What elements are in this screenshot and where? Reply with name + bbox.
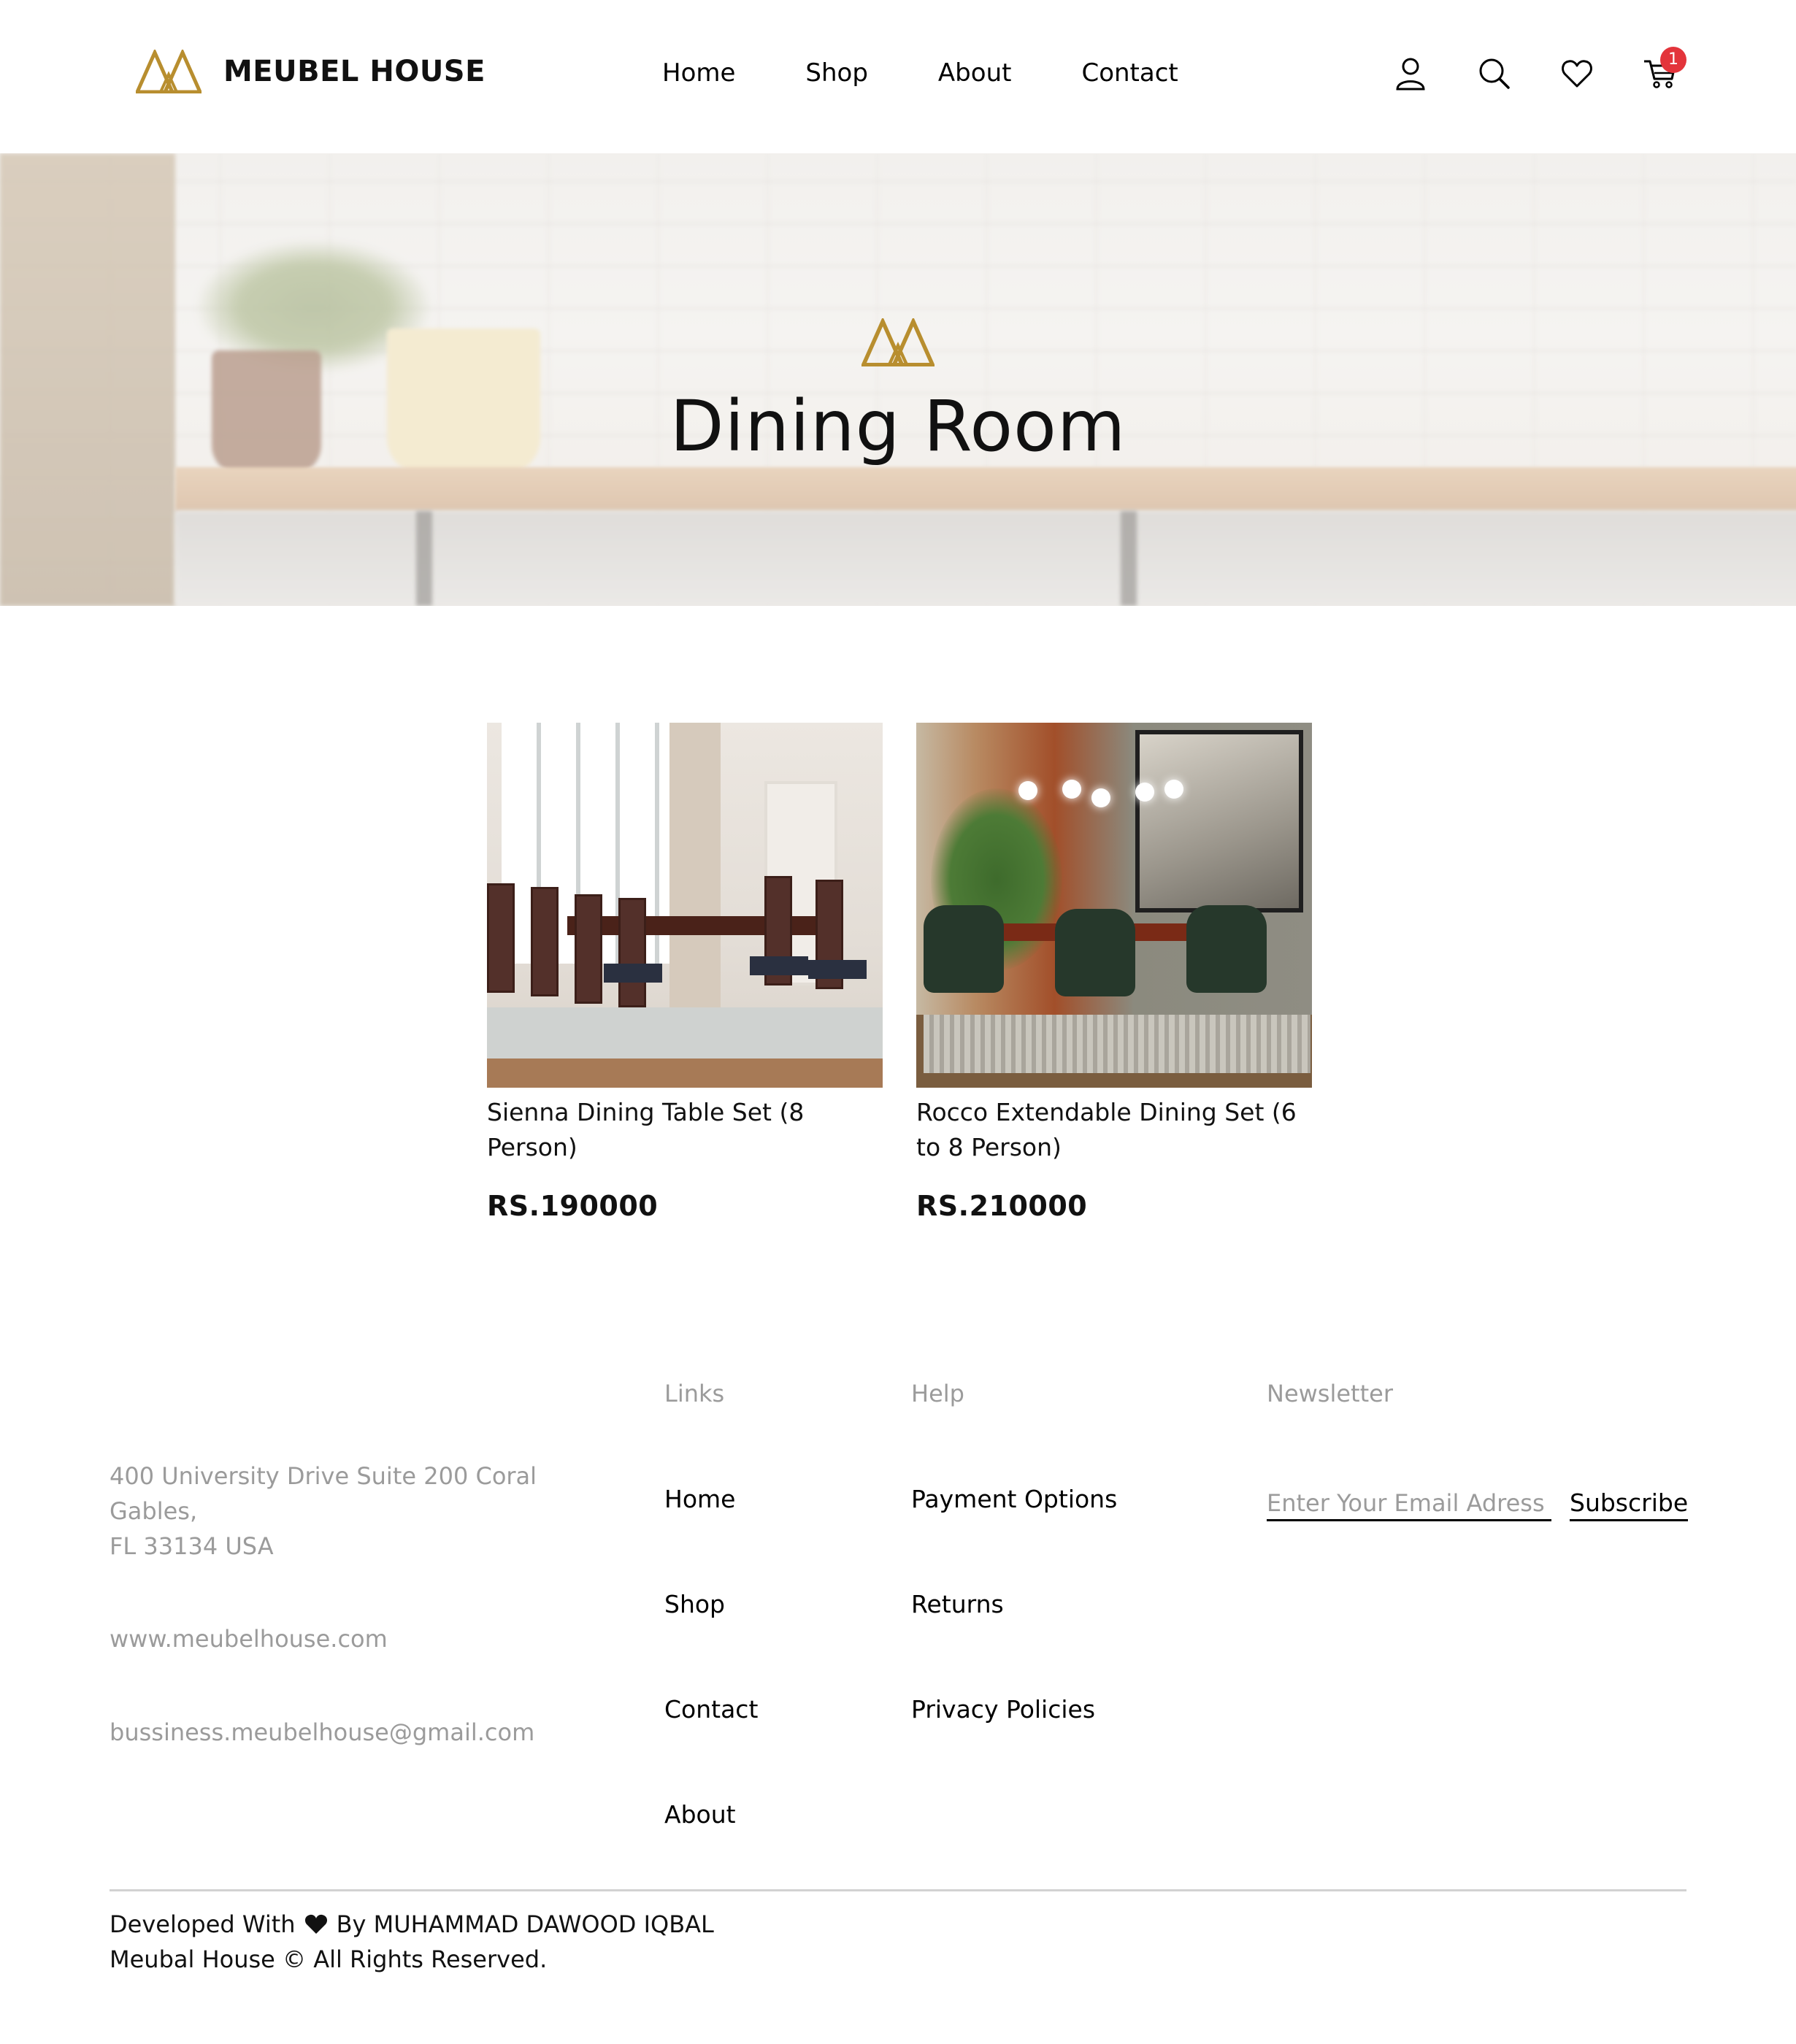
product-name[interactable]: Rocco Extendable Dining Set (6 to 8 Pers… [916, 1095, 1312, 1165]
address-line: Gables, [110, 1497, 198, 1525]
footer-link-privacy-policies[interactable]: Privacy Policies [911, 1695, 1095, 1724]
footer-link-shop[interactable]: Shop [664, 1590, 725, 1618]
footer-divider [110, 1889, 1686, 1891]
product-image[interactable] [916, 723, 1312, 1088]
footer-newsletter-heading: Newsletter [1267, 1380, 1393, 1407]
nav-home[interactable]: Home [662, 55, 735, 91]
header-actions: 1 [1392, 47, 1686, 93]
heart-icon[interactable] [1558, 53, 1596, 93]
newsletter-email-input[interactable] [1267, 1486, 1551, 1521]
brand-mark-icon [136, 50, 202, 93]
footer-email[interactable]: bussiness.meubelhouse@gmail.com [110, 1718, 534, 1746]
product-card[interactable]: Sienna Dining Table Set (8 Person) RS.19… [487, 723, 883, 1222]
footer-link-returns[interactable]: Returns [911, 1590, 1004, 1618]
footer-help-heading: Help [911, 1380, 964, 1407]
cart-icon[interactable]: 1 [1641, 47, 1686, 93]
hero-banner: Dining Room [0, 153, 1796, 606]
product-image[interactable] [487, 723, 883, 1088]
copyright-text: Meubal House © All Rights Reserved. [110, 1945, 548, 1973]
nav-shop[interactable]: Shop [805, 55, 868, 91]
user-icon[interactable] [1392, 53, 1429, 93]
footer-address: 400 University Drive Suite 200 Coral Gab… [110, 1459, 577, 1564]
footer-website[interactable]: www.meubelhouse.com [110, 1625, 388, 1653]
address-line: FL 33134 USA [110, 1532, 274, 1560]
footer-link-payment-options[interactable]: Payment Options [911, 1485, 1117, 1513]
footer-links-heading: Links [664, 1380, 725, 1407]
footer-link-home[interactable]: Home [664, 1485, 735, 1513]
nav-about[interactable]: About [938, 55, 1012, 91]
footer-link-contact[interactable]: Contact [664, 1695, 758, 1724]
footer-link-about[interactable]: About [664, 1800, 736, 1829]
subscribe-button[interactable]: Subscribe [1570, 1486, 1689, 1521]
hero-brand-mark-icon [861, 318, 935, 366]
product-price: RS.190000 [487, 1190, 659, 1222]
product-name[interactable]: Sienna Dining Table Set (8 Person) [487, 1095, 883, 1165]
heart-icon [304, 1914, 327, 1934]
product-card[interactable]: Rocco Extendable Dining Set (6 to 8 Pers… [916, 723, 1312, 1222]
footer-credits: Developed With By MUHAMMAD DAWOOD IQBAL … [110, 1907, 714, 1977]
credits-prefix: Developed With [110, 1910, 296, 1938]
site-header: MEUBEL HOUSE Home Shop About Contact 1 [0, 0, 1796, 153]
cart-count-badge: 1 [1660, 47, 1686, 73]
credits-author: By MUHAMMAD DAWOOD IQBAL [336, 1910, 714, 1938]
nav-contact[interactable]: Contact [1081, 55, 1178, 91]
address-line: 400 University Drive Suite 200 Coral [110, 1462, 537, 1490]
hero-overlay [0, 153, 1796, 606]
brand-name: MEUBEL HOUSE [223, 55, 486, 88]
product-price: RS.210000 [916, 1190, 1088, 1222]
brand-logo[interactable]: MEUBEL HOUSE [136, 50, 486, 93]
main-nav: Home Shop About Contact [662, 55, 1248, 91]
search-icon[interactable] [1475, 53, 1513, 93]
page-title: Dining Room [669, 385, 1127, 467]
